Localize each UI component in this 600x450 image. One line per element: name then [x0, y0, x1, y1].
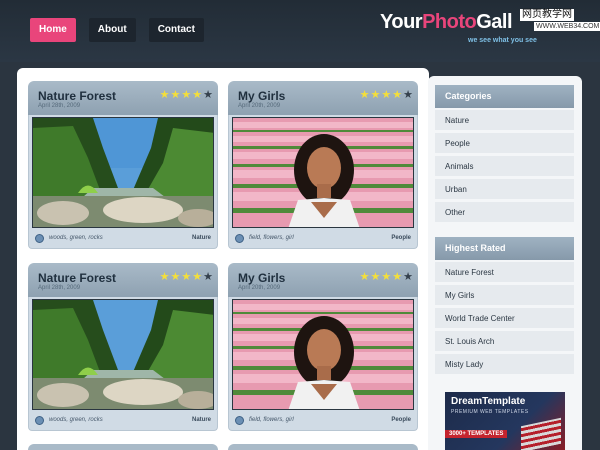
category-item[interactable]: Animals — [435, 156, 574, 177]
photo-card: My Girls April 20th, 2009 ★ ★ ★ ★ ★ field, f… — [228, 81, 418, 249]
card-body: field, flowers, girl People — [228, 297, 418, 431]
rating-stars[interactable]: ★ ★ ★ ★ ★ — [160, 272, 213, 283]
tag-icon — [235, 416, 244, 425]
ad-count: 3000+ TEMPLATES — [445, 430, 508, 438]
logo-gallery: Gall — [476, 11, 513, 33]
category-item[interactable]: People — [435, 133, 574, 154]
rating-stars[interactable]: ★ ★ ★ ★ ★ — [160, 90, 213, 101]
category-item[interactable]: Nature — [435, 110, 574, 131]
star-empty-icon[interactable]: ★ — [203, 272, 213, 283]
highest-rated-heading: Highest Rated — [435, 237, 574, 260]
card-tags[interactable]: woods, green, rocks — [49, 235, 103, 241]
star-filled-icon[interactable]: ★ — [181, 272, 191, 283]
star-filled-icon[interactable]: ★ — [160, 90, 170, 101]
card-tags[interactable]: field, flowers, girl — [249, 235, 294, 241]
ad-subtitle: PREMIUM WEB TEMPLATES — [451, 409, 529, 415]
highest-rated-item[interactable]: My Girls — [435, 285, 574, 306]
card-title[interactable]: My Girls — [238, 89, 285, 103]
card-footer: woods, green, rocks Nature — [29, 231, 217, 247]
card-title[interactable]: Nature Forest — [38, 271, 116, 285]
photo-card: My Girls April 20th, 2009 ★ ★ ★ ★ ★ field, f… — [228, 263, 418, 431]
nav-contact[interactable]: Contact — [148, 18, 204, 42]
rating-stars[interactable]: ★ ★ ★ ★ ★ — [360, 90, 413, 101]
main-nav: Home About Contact — [30, 18, 204, 42]
card-category[interactable]: People — [391, 235, 411, 241]
star-filled-icon[interactable]: ★ — [192, 272, 202, 283]
photo-girl-tulips[interactable] — [232, 299, 414, 410]
header: Home About Contact YourPhotoGall we see … — [0, 0, 600, 62]
card-date: April 20th, 2009 — [238, 103, 281, 109]
categories-heading: Categories — [435, 85, 574, 108]
card-category[interactable]: Nature — [192, 235, 211, 241]
highest-rated-item[interactable]: World Trade Center — [435, 308, 574, 329]
card-footer: field, flowers, girl People — [229, 413, 417, 429]
card-body: woods, green, rocks Nature — [28, 297, 218, 431]
gallery-panel: Nature Forest April 28th, 2009 ★ ★ ★ ★ ★ woo… — [17, 68, 429, 450]
card-date: April 20th, 2009 — [238, 285, 281, 291]
tag-icon — [235, 234, 244, 243]
card-body: woods, green, rocks Nature — [28, 115, 218, 249]
card-body: field, flowers, girl People — [228, 115, 418, 249]
star-empty-icon[interactable]: ★ — [403, 90, 413, 101]
photo-card: Nature Forest April 28th, 2009 ★ ★ ★ ★ ★ woo… — [28, 263, 218, 431]
star-filled-icon[interactable]: ★ — [381, 90, 391, 101]
tagline: we see what you see — [468, 37, 537, 44]
sidebar: Categories Nature People Animals Urban O… — [428, 76, 582, 450]
card-header: Nature Forest April 28th, 2009 ★ ★ ★ ★ ★ — [28, 81, 218, 115]
star-empty-icon[interactable]: ★ — [403, 272, 413, 283]
star-filled-icon[interactable]: ★ — [371, 272, 381, 283]
nav-home[interactable]: Home — [30, 18, 76, 42]
card-tags[interactable]: field, flowers, girl — [249, 417, 294, 423]
card-title[interactable]: Nature Forest — [38, 89, 116, 103]
photo-forest-river[interactable] — [32, 299, 214, 410]
star-filled-icon[interactable]: ★ — [160, 272, 170, 283]
card-header: Nature Forest April 28th, 2009 ★ ★ ★ ★ ★ — [28, 263, 218, 297]
card-footer: field, flowers, girl People — [229, 231, 417, 247]
watermark-url: WWW.WEB34.COM — [534, 22, 600, 31]
star-filled-icon[interactable]: ★ — [181, 90, 191, 101]
dreamtemplate-ad[interactable]: DreamTemplate PREMIUM WEB TEMPLATES 3000… — [445, 392, 565, 450]
rating-stars[interactable]: ★ ★ ★ ★ ★ — [360, 272, 413, 283]
watermark: 网页教学网 — [520, 9, 574, 21]
highest-rated-item[interactable]: Nature Forest — [435, 262, 574, 283]
card-title[interactable]: My Girls — [238, 271, 285, 285]
logo-photo: Photo — [422, 11, 477, 33]
photo-forest-river[interactable] — [32, 117, 214, 228]
star-filled-icon[interactable]: ★ — [371, 90, 381, 101]
photo-card: Nature Forest April 28th, 2009 ★ ★ ★ ★ ★ woo… — [28, 81, 218, 249]
highest-rated-item[interactable]: St. Louis Arch — [435, 331, 574, 352]
star-filled-icon[interactable]: ★ — [360, 272, 370, 283]
site-logo[interactable]: YourPhotoGall — [380, 11, 513, 34]
star-empty-icon[interactable]: ★ — [203, 90, 213, 101]
nav-about[interactable]: About — [88, 18, 136, 42]
card-category[interactable]: Nature — [192, 417, 211, 423]
category-item[interactable]: Urban — [435, 179, 574, 200]
card-date: April 28th, 2009 — [38, 285, 81, 291]
star-filled-icon[interactable]: ★ — [360, 90, 370, 101]
ad-title: DreamTemplate — [451, 396, 526, 407]
card-header: My Girls April 20th, 2009 ★ ★ ★ ★ ★ — [228, 81, 418, 115]
highest-rated-item[interactable]: Misty Lady — [435, 354, 574, 375]
flag-graphic — [521, 417, 561, 450]
card-header: My Girls April 20th, 2009 ★ ★ ★ ★ ★ — [228, 263, 418, 297]
photo-girl-tulips[interactable] — [232, 117, 414, 228]
category-item[interactable]: Other — [435, 202, 574, 223]
card-tags[interactable]: woods, green, rocks — [49, 417, 103, 423]
star-filled-icon[interactable]: ★ — [192, 90, 202, 101]
photo-card-partial — [228, 444, 418, 450]
star-filled-icon[interactable]: ★ — [381, 272, 391, 283]
card-date: April 28th, 2009 — [38, 103, 81, 109]
star-filled-icon[interactable]: ★ — [171, 272, 181, 283]
card-footer: woods, green, rocks Nature — [29, 413, 217, 429]
photo-card-partial — [28, 444, 218, 450]
tag-icon — [35, 416, 44, 425]
logo-your: Your — [380, 11, 423, 33]
star-filled-icon[interactable]: ★ — [392, 272, 402, 283]
card-category[interactable]: People — [391, 417, 411, 423]
tag-icon — [35, 234, 44, 243]
star-filled-icon[interactable]: ★ — [171, 90, 181, 101]
star-filled-icon[interactable]: ★ — [392, 90, 402, 101]
